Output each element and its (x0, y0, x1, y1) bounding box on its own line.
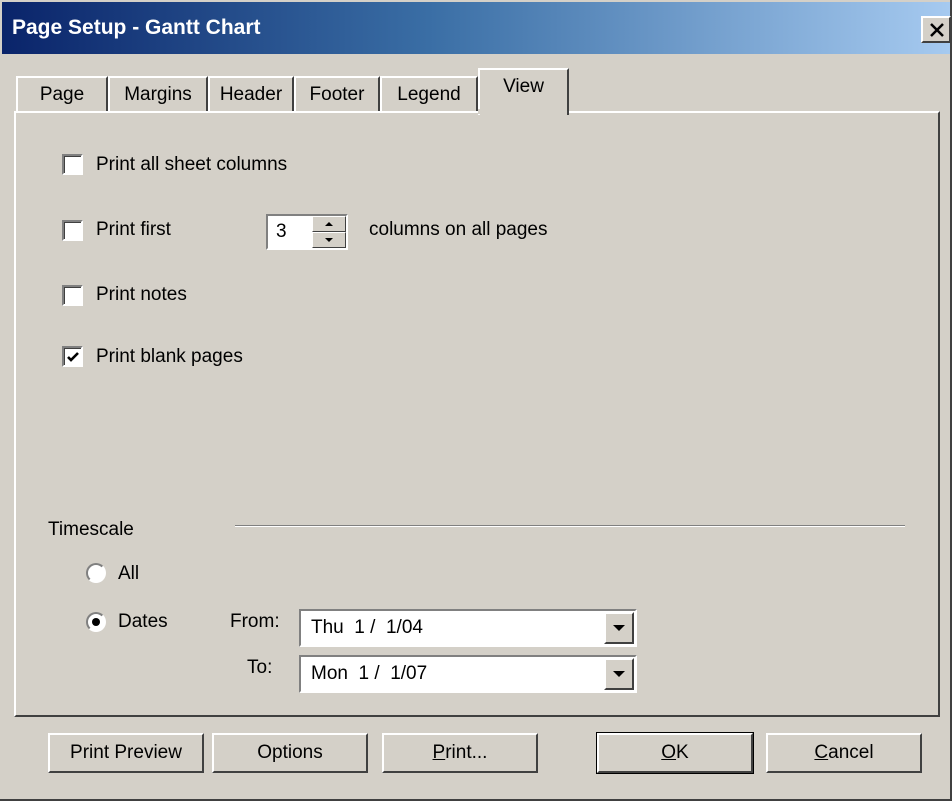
tab-strip: Page Margins Header Footer Legend View (14, 68, 940, 115)
page-setup-dialog: Page Setup - Gantt Chart Page Margins He… (0, 0, 952, 801)
to-date-value: Mon 1 / 1/07 (311, 663, 428, 684)
to-date-dropdown[interactable]: Mon 1 / 1/07 (299, 655, 637, 693)
from-date-value: Thu 1 / 1/04 (311, 617, 423, 638)
cancel-button[interactable]: Cancel (766, 733, 922, 773)
from-dropdown-button[interactable] (604, 612, 634, 644)
window-title: Page Setup - Gantt Chart (12, 16, 261, 39)
chevron-down-icon (613, 671, 625, 677)
active-tab-joint (478, 109, 565, 114)
ok-button[interactable]: OK (596, 732, 754, 774)
print-blank-pages-checkbox[interactable] (62, 346, 83, 367)
timescale-dates-radio[interactable] (86, 612, 106, 632)
from-date-dropdown[interactable]: Thu 1 / 1/04 (299, 609, 637, 647)
columns-suffix-label: columns on all pages (369, 219, 548, 240)
to-dropdown-button[interactable] (604, 658, 634, 690)
ok-label: K (676, 742, 689, 763)
arrow-up-icon (325, 222, 333, 226)
columns-count-stepper[interactable]: 3 (266, 214, 348, 250)
tab-margins[interactable]: Margins (108, 76, 208, 113)
print-all-columns-label[interactable]: Print all sheet columns (96, 154, 287, 176)
print-preview-button[interactable]: Print Preview (48, 733, 204, 773)
print-label: rint... (445, 742, 488, 763)
title-bar[interactable]: Page Setup - Gantt Chart (2, 2, 951, 54)
radio-selected-dot (92, 618, 100, 626)
print-blank-pages-label[interactable]: Print blank pages (96, 346, 243, 368)
timescale-dates-label[interactable]: Dates (118, 611, 168, 633)
cancel-label: ancel (828, 742, 874, 763)
arrow-down-icon (325, 238, 333, 242)
print-all-columns-checkbox[interactable] (62, 154, 83, 175)
ok-mnemonic: O (661, 742, 677, 763)
close-button[interactable] (921, 16, 951, 43)
print-notes-label[interactable]: Print notes (96, 284, 187, 306)
cancel-mnemonic: C (814, 742, 829, 763)
checkmark-icon (67, 352, 79, 362)
tab-footer[interactable]: Footer (294, 76, 380, 113)
print-notes-checkbox[interactable] (62, 285, 83, 306)
close-icon (930, 23, 944, 37)
from-label: From: (230, 611, 280, 632)
tab-legend[interactable]: Legend (380, 76, 478, 113)
timescale-all-radio[interactable] (86, 563, 106, 583)
timescale-group-label: Timescale (48, 519, 134, 540)
tab-page[interactable]: Page (16, 76, 108, 113)
timescale-group-divider (235, 525, 905, 527)
stepper-down-button[interactable] (312, 232, 346, 248)
tab-header[interactable]: Header (208, 76, 294, 113)
tab-view[interactable]: View (478, 68, 569, 115)
print-button[interactable]: Print... (382, 733, 538, 773)
options-button[interactable]: Options (212, 733, 368, 773)
stepper-up-button[interactable] (312, 216, 346, 232)
to-label: To: (247, 657, 273, 678)
chevron-down-icon (613, 625, 625, 631)
stepper-buttons (312, 216, 346, 248)
print-mnemonic: P (432, 742, 446, 763)
print-first-checkbox[interactable] (62, 220, 83, 241)
print-first-label[interactable]: Print first (96, 219, 171, 241)
columns-count-value[interactable]: 3 (276, 221, 287, 243)
timescale-all-label[interactable]: All (118, 563, 139, 585)
